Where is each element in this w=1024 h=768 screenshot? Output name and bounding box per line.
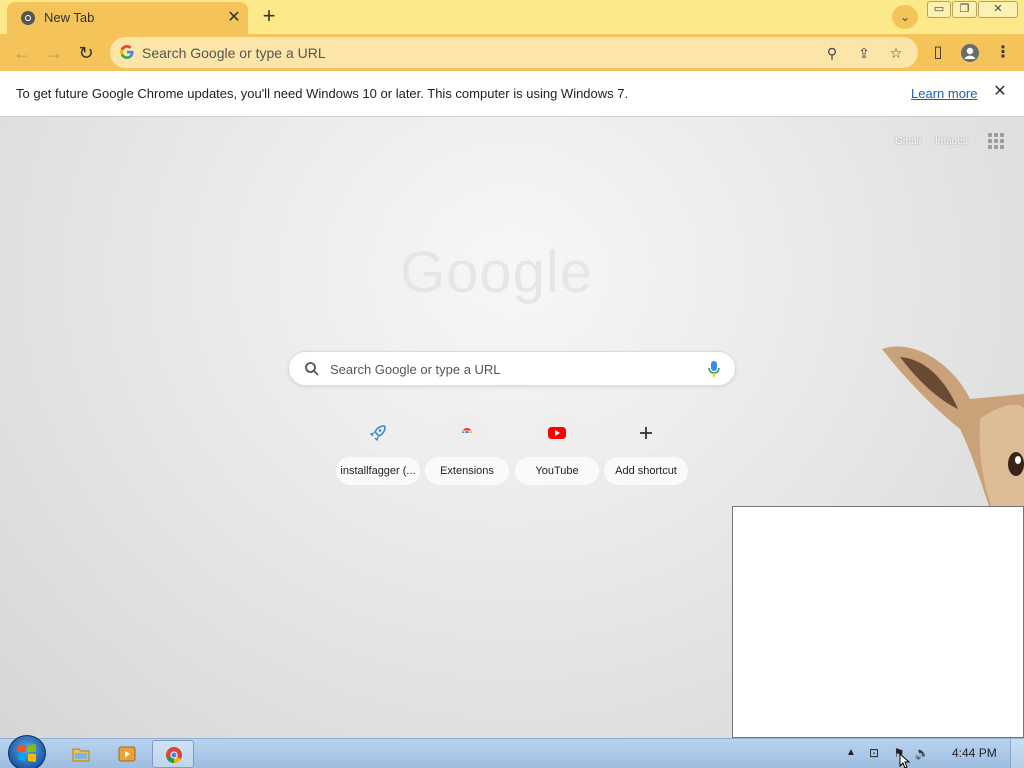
shortcut-label: installfagger (... xyxy=(336,457,420,485)
google-logo: Google xyxy=(400,240,594,305)
infobar-message: To get future Google Chrome updates, you… xyxy=(16,86,629,101)
chrome-icon xyxy=(462,428,472,438)
address-bar[interactable]: Search Google or type a URL ⚲ ⇪ ☆ xyxy=(110,37,918,68)
plus-icon xyxy=(640,427,652,439)
forward-button[interactable]: → xyxy=(41,40,67,66)
tab-title: New Tab xyxy=(44,10,95,25)
network-icon[interactable]: ⊡ xyxy=(866,745,882,761)
gmail-link[interactable]: Gmail xyxy=(895,136,921,147)
windows-logo-icon xyxy=(18,744,36,762)
windows-taskbar: ▲ ⊡ ⚑ 🔈 4:44 PM xyxy=(0,735,1024,768)
new-tab-button[interactable]: + xyxy=(256,5,282,29)
shortcut-youtube[interactable]: YouTube xyxy=(515,413,599,487)
infobar-close-icon[interactable]: ✕ xyxy=(990,82,1010,102)
google-apps-icon[interactable] xyxy=(988,133,1004,149)
chrome-icon xyxy=(21,11,35,25)
taskbar-clock[interactable]: 4:44 PM xyxy=(952,746,997,760)
chrome-icon xyxy=(166,747,182,764)
search-icon xyxy=(305,362,319,376)
learn-more-link[interactable]: Learn more xyxy=(911,86,977,101)
images-link[interactable]: Images xyxy=(935,136,968,147)
rocket-icon xyxy=(369,425,386,442)
new-tab-page: Gmail Images Google Search Google or typ… xyxy=(0,117,1024,738)
volume-icon[interactable]: 🔈 xyxy=(914,745,930,761)
blank-popup-window[interactable] xyxy=(732,506,1024,738)
tab-new-tab[interactable]: New Tab ✕ xyxy=(7,2,248,34)
desktop-pet-image xyxy=(882,346,1024,509)
tab-strip: New Tab ✕ + ⌄ ▭ ❐ ✕ xyxy=(0,0,1024,34)
reload-button[interactable]: ↻ xyxy=(73,40,99,66)
zoom-icon[interactable]: ⚲ xyxy=(822,43,842,63)
back-button[interactable]: ← xyxy=(9,40,35,66)
bookmark-star-icon[interactable]: ☆ xyxy=(886,43,906,63)
youtube-icon xyxy=(548,427,566,439)
tab-close-icon[interactable]: ✕ xyxy=(224,8,244,28)
microphone-icon[interactable] xyxy=(707,360,721,378)
ntp-search-box[interactable]: Search Google or type a URL xyxy=(288,351,736,386)
tray-overflow-icon[interactable]: ▲ xyxy=(843,745,859,761)
address-bar-placeholder: Search Google or type a URL xyxy=(142,45,326,61)
side-panel-icon[interactable]: ▯ xyxy=(925,40,951,66)
taskbar-media-player[interactable] xyxy=(106,740,148,768)
shortcut-label: YouTube xyxy=(515,457,599,485)
tab-search-button[interactable]: ⌄ xyxy=(892,5,918,29)
shortcut-label: Add shortcut xyxy=(604,457,688,485)
profile-avatar-icon[interactable] xyxy=(957,40,983,66)
chrome-menu-icon[interactable]: ⋮ xyxy=(990,40,1016,66)
toolbar: ← → ↻ Search Google or type a URL ⚲ ⇪ ☆ … xyxy=(0,34,1024,71)
taskbar-chrome[interactable] xyxy=(152,740,194,768)
add-shortcut-button[interactable]: Add shortcut xyxy=(604,413,688,487)
shortcut-icon-circle xyxy=(626,413,666,453)
shortcut-icon-circle xyxy=(358,413,398,453)
shortcut-icon-circle xyxy=(537,413,577,453)
minimize-button[interactable]: ▭ xyxy=(927,1,951,18)
shortcut-installfagger[interactable]: installfagger (... xyxy=(336,413,420,487)
taskbar-file-explorer[interactable] xyxy=(60,740,102,768)
start-button[interactable] xyxy=(8,735,46,768)
ntp-search-placeholder: Search Google or type a URL xyxy=(330,362,501,377)
shortcut-label: Extensions xyxy=(425,457,509,485)
shortcut-icon-circle xyxy=(447,413,487,453)
update-infobar: To get future Google Chrome updates, you… xyxy=(0,71,1024,117)
maximize-button[interactable]: ❐ xyxy=(952,1,977,18)
mouse-cursor-icon xyxy=(899,753,911,768)
share-icon[interactable]: ⇪ xyxy=(854,43,874,63)
show-desktop-button[interactable] xyxy=(1010,739,1024,768)
close-window-button[interactable]: ✕ xyxy=(978,1,1018,18)
shortcut-extensions[interactable]: Extensions xyxy=(425,413,509,487)
google-g-icon xyxy=(120,45,134,59)
folder-icon xyxy=(72,748,90,762)
media-player-icon xyxy=(118,746,136,762)
